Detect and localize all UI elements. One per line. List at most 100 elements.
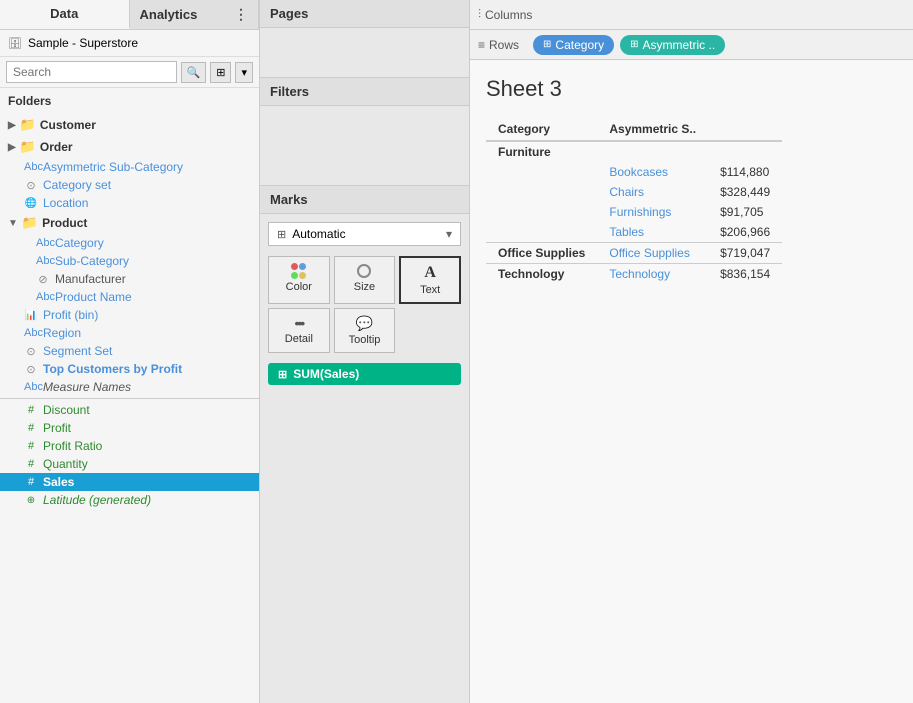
detail-button[interactable]: ••• Detail (268, 308, 330, 353)
group-header-order[interactable]: ▶ 📁 Order (0, 136, 259, 158)
cell-sub-tables: Tables (597, 222, 708, 243)
field-divider (0, 398, 259, 399)
field-profit-bin[interactable]: 📊 Profit (bin) (0, 306, 259, 324)
field-category[interactable]: Abc Category (0, 234, 259, 252)
category-pill[interactable]: ⊞ Category (533, 35, 614, 55)
text-button[interactable]: A Text (399, 256, 461, 304)
cell-val-chairs: $328,449 (708, 182, 782, 202)
field-profit[interactable]: # Profit (0, 419, 259, 437)
search-input[interactable] (6, 61, 177, 83)
folder-customer-icon: 📁 (20, 117, 36, 133)
col-header-category: Category (486, 118, 597, 141)
field-label: Region (43, 326, 81, 340)
asymmetric-pill[interactable]: ⊞ Asymmetric .. (620, 35, 725, 55)
field-product-name[interactable]: Abc Product Name (0, 288, 259, 306)
text-button-label: Text (420, 284, 440, 296)
field-icon-abc-region: Abc (24, 327, 38, 339)
rows-label: ≡ Rows (478, 38, 519, 52)
marks-buttons-grid: Color Size A Text (268, 256, 461, 353)
marks-body: ⊞ Automatic ▾ Color (260, 214, 469, 703)
datasource-row[interactable]: 🗄 Sample - Superstore (0, 30, 259, 57)
group-header-customer[interactable]: ▶ 📁 Customer (0, 114, 259, 136)
tooltip-button-label: Tooltip (349, 334, 381, 346)
right-panel: ⫶ Columns ≡ Rows ⊞ Category ⊞ Asymmetric… (470, 0, 913, 703)
field-region[interactable]: Abc Region (0, 324, 259, 342)
view-toggle-button[interactable]: ⊞ (210, 62, 231, 83)
field-sub-category[interactable]: Abc Sub-Category (0, 252, 259, 270)
detail-icon: ••• (294, 315, 303, 331)
field-discount[interactable]: # Discount (0, 401, 259, 419)
rows-icon: ≡ (478, 38, 485, 52)
cell-cat-furniture: Furniture (486, 141, 597, 162)
category-pill-icon: ⊞ (543, 39, 551, 50)
cell-cat-office: Office Supplies (486, 243, 597, 264)
field-icon-hash-sales: # (24, 476, 38, 488)
tab-data[interactable]: Data (0, 0, 130, 29)
field-segment-set[interactable]: ⊙ Segment Set (0, 342, 259, 360)
cell-cat-bookcases (486, 162, 597, 182)
left-panel-tabs: Data Analytics ⋮ (0, 0, 259, 30)
field-latitude[interactable]: ⊕ Latitude (generated) (0, 491, 259, 509)
field-measure-names[interactable]: Abc Measure Names (0, 378, 259, 396)
cell-sub-office: Office Supplies (597, 243, 708, 264)
color-dots-icon (291, 263, 307, 279)
list-options-button[interactable]: ▾ (235, 62, 253, 83)
analytics-menu-icon: ⋮ (234, 6, 248, 23)
cell-sub-tech: Technology (597, 264, 708, 285)
datasource-icon: 🗄 (8, 37, 22, 50)
field-label: Latitude (generated) (43, 493, 151, 507)
marks-dropdown-text: Automatic (292, 227, 446, 241)
sum-pill-icon: ⊞ (278, 368, 287, 381)
col-header-asymmetric: Asymmetric S.. (597, 118, 708, 141)
field-label: Quantity (43, 457, 88, 471)
cell-sub-furniture (597, 141, 708, 162)
columns-icon: ⫶ (478, 7, 481, 22)
field-icon-hash-disc: # (24, 404, 38, 416)
cell-cat-tables (486, 222, 597, 243)
size-button[interactable]: Size (334, 256, 396, 304)
field-location[interactable]: 🌐 Location (0, 194, 259, 212)
field-profit-ratio[interactable]: # Profit Ratio (0, 437, 259, 455)
field-label: Category set (43, 178, 111, 192)
tab-analytics[interactable]: Analytics ⋮ (130, 0, 260, 29)
field-label: Segment Set (43, 344, 112, 358)
field-quantity[interactable]: # Quantity (0, 455, 259, 473)
cell-cat-furnishings (486, 202, 597, 222)
field-sales[interactable]: # Sales (0, 473, 259, 491)
field-label: Category (55, 236, 104, 250)
size-icon (356, 263, 372, 279)
field-label: Top Customers by Profit (43, 362, 182, 376)
marks-type-dropdown[interactable]: ⊞ Automatic ▾ (268, 222, 461, 246)
cell-val-bookcases: $114,880 (708, 162, 782, 182)
cell-val-office: $719,047 (708, 243, 782, 264)
field-label: Measure Names (43, 380, 131, 394)
field-manufacturer[interactable]: ⊘ Manufacturer (0, 270, 259, 288)
category-pill-label: Category (555, 38, 604, 52)
tooltip-icon: 💬 (356, 315, 373, 332)
color-button[interactable]: Color (268, 256, 330, 304)
field-top-customers[interactable]: ⊙ Top Customers by Profit (0, 360, 259, 378)
group-header-product[interactable]: ▼ 📁 Product (0, 212, 259, 234)
sum-sales-pill[interactable]: ⊞ SUM(Sales) (268, 363, 461, 385)
group-label-customer: Customer (40, 118, 96, 132)
col-header-value (708, 118, 782, 141)
color-button-label: Color (286, 281, 312, 293)
columns-label: ⫶ Columns (478, 7, 532, 22)
folder-product-icon: 📁 (22, 215, 38, 231)
field-asymmetric-sub-category[interactable]: Abc Asymmetric Sub-Category (0, 158, 259, 176)
field-label: Profit (43, 421, 71, 435)
left-panel: Data Analytics ⋮ 🗄 Sample - Superstore 🔍… (0, 0, 260, 703)
search-button[interactable]: 🔍 (181, 62, 207, 83)
field-category-set[interactable]: ⊙ Category set (0, 176, 259, 194)
pages-body (260, 28, 469, 78)
field-icon-hash-pratio: # (24, 440, 38, 452)
field-label: Sales (43, 475, 74, 489)
field-label: Sub-Category (55, 254, 129, 268)
search-row: 🔍 ⊞ ▾ (0, 57, 259, 88)
filters-body (260, 106, 469, 186)
field-icon-set-seg: ⊙ (24, 345, 38, 358)
field-label: Profit Ratio (43, 439, 102, 453)
folder-order-icon: 📁 (20, 139, 36, 155)
tooltip-button[interactable]: 💬 Tooltip (334, 308, 396, 353)
detail-button-label: Detail (285, 333, 313, 345)
